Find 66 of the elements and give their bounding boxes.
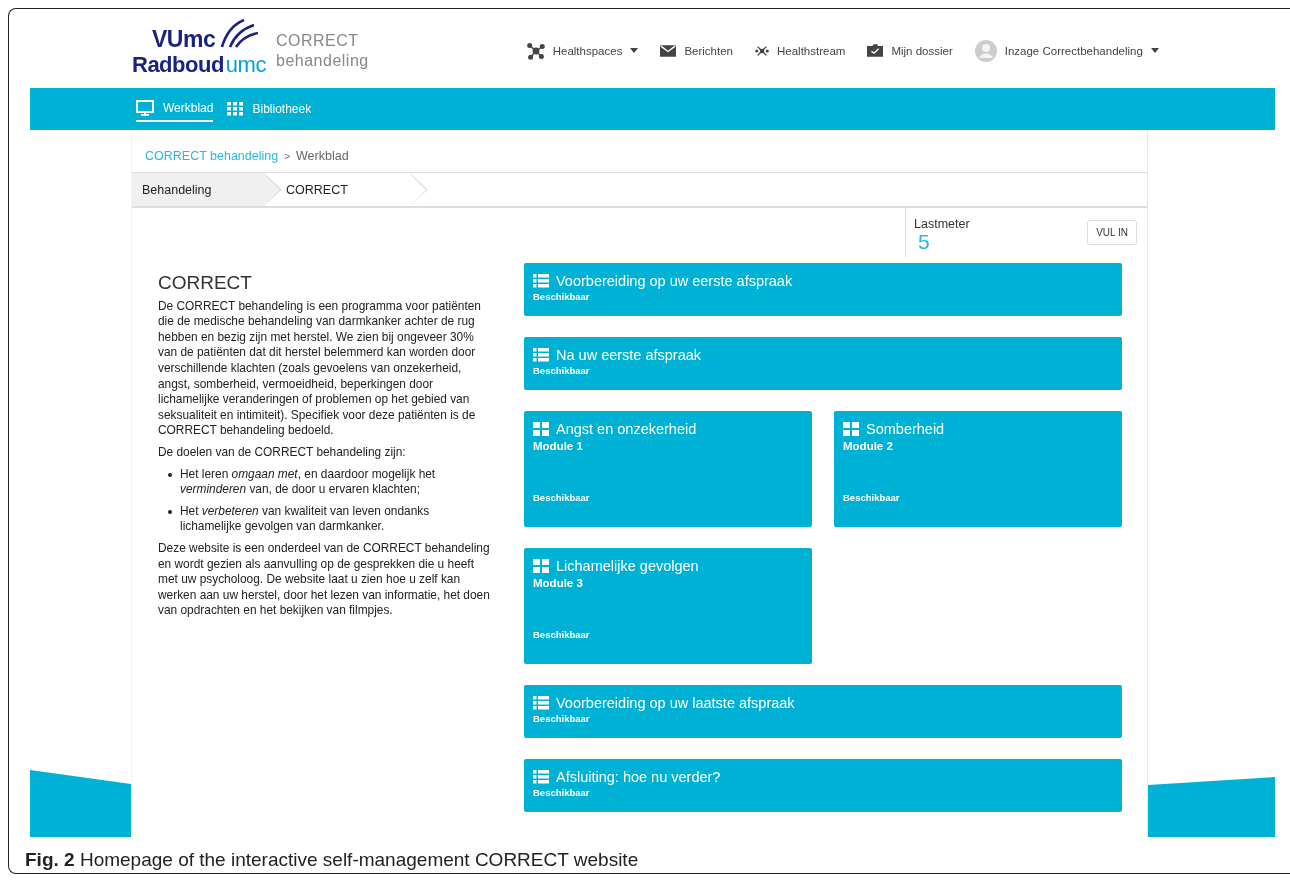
caret-icon	[630, 48, 639, 53]
goal-text: Het leren omgaan met, en daardoor mogelijk het verminderen van, de door u ervaren klachten;	[180, 466, 437, 498]
goal-text: Het verbeteren van kwaliteit van leven ondanks lichamelijke gevolgen van darmkanker.	[180, 503, 431, 535]
availability-status: Beschikbaar	[843, 492, 901, 503]
card-title: Voorbereiding op uw eerste afspraak	[556, 273, 793, 289]
nav-link[interactable]: Inzage Correctbehandeling	[974, 39, 1159, 62]
logo-text: VUmc	[152, 25, 216, 53]
grid-icon	[227, 102, 244, 116]
availability-status: Beschikbaar	[533, 291, 591, 302]
nav-tab[interactable]: Werkblad	[136, 96, 214, 122]
network-icon	[526, 41, 545, 60]
lastmeter-value: 5	[917, 232, 931, 250]
card-title: Somberheid	[866, 421, 945, 437]
app-title: CORRECT	[276, 30, 360, 51]
module-card[interactable]: Voorbereiding op uw laatste afspraak Beschikbaar	[524, 685, 1122, 738]
intro-paragraph: De CORRECT behandeling is een programma voor patiënten die de medische behandeling van darmkanker achter de rug hebben en bezig zijn met herstel. We zien bij ongeveer 30% van de patiënten dat dit herstel belemmerd kan worden door verschillende klachten (zoals gevoelens van onzekerheid, angst, somberheid, vermoeidheid, beperkingen door lichamelijke veranderingen of problemen op het gebied van seksualiteit en intimiteit). Specifiek voor deze patiënten is de CORRECT behandeling bedoeld.	[158, 298, 482, 439]
breadcrumb-separator: >	[284, 150, 291, 162]
folder-icon	[867, 44, 884, 57]
tiles-icon	[533, 422, 549, 436]
module-card[interactable]: Na uw eerste afspraak Beschikbaar	[524, 337, 1122, 390]
breadcrumb-link[interactable]: CORRECT behandeling	[145, 149, 279, 163]
module-card[interactable]: Afsluiting: hoe nu verder? Beschikbaar	[524, 759, 1122, 812]
module-number: Module 3	[533, 577, 584, 589]
bullet-icon	[168, 472, 172, 477]
swoosh-icon	[218, 18, 259, 49]
step-tab[interactable]: Behandeling	[132, 173, 282, 206]
breadcrumb-current: Werkblad	[296, 149, 349, 163]
nav-link[interactable]: Berichten	[660, 44, 733, 57]
goals-intro: De doelen van de CORRECT behandeling zijn:	[158, 444, 407, 461]
card-title: Na uw eerste afspraak	[556, 347, 702, 363]
module-card[interactable]: Somberheid Module 2 Beschikbaar	[834, 411, 1122, 527]
monitor-icon	[136, 100, 154, 116]
list-icon	[533, 274, 549, 288]
caret-icon	[1150, 48, 1159, 53]
card-title: Afsluiting: hoe nu verder?	[556, 769, 721, 785]
avatar-icon	[974, 39, 997, 62]
envelope-icon	[660, 44, 677, 57]
card-title: Lichamelijke gevolgen	[556, 558, 699, 574]
availability-status: Beschikbaar	[533, 365, 591, 376]
tiles-icon	[533, 559, 549, 573]
lastmeter-label: Lastmeter	[914, 215, 970, 233]
availability-status: Beschikbaar	[533, 629, 591, 640]
nav-link[interactable]: Healthstream	[755, 43, 846, 58]
module-card[interactable]: Lichamelijke gevolgen Module 3 Beschikbaar	[524, 548, 812, 664]
intro-heading: CORRECT	[158, 275, 253, 291]
availability-status: Beschikbaar	[533, 787, 591, 798]
card-title: Angst en onzekerheid	[556, 421, 697, 437]
availability-status: Beschikbaar	[533, 492, 591, 503]
app-subtitle: behandeling	[276, 50, 369, 71]
module-number: Module 1	[533, 440, 584, 452]
list-icon	[533, 696, 549, 710]
availability-status: Beschikbaar	[533, 713, 591, 724]
tiles-icon	[843, 422, 859, 436]
figure-caption: Fig. 2 Homepage of the interactive self-management CORRECT website	[25, 849, 640, 871]
module-card[interactable]: Angst en onzekerheid Module 1 Beschikbaar	[524, 411, 812, 527]
list-icon	[533, 348, 549, 362]
nav-link[interactable]: Healthspaces	[526, 41, 639, 60]
bullet-icon	[168, 509, 172, 514]
closing-paragraph: Deze website is een onderdeel van de CORRECT behandeling en wordt gezien als aanvulling op de gesprekken die u heeft met uw psycholoog. De website laat u zien hoe u zelf kan werken aan uw herstel, door het lezen van informatie, het doen van opdrachten en het bekijken van filmpjes.	[158, 540, 491, 619]
nav-link[interactable]: Mijn dossier	[867, 44, 953, 57]
fill-in-button[interactable]: VUL IN	[1087, 220, 1137, 245]
card-title: Voorbereiding op uw laatste afspraak	[556, 695, 795, 711]
module-card[interactable]: Voorbereiding op uw eerste afspraak Beschikbaar	[524, 263, 1122, 316]
nav-tab[interactable]: Bibliotheek	[227, 102, 312, 116]
list-icon	[533, 770, 549, 784]
module-number: Module 2	[843, 440, 894, 452]
